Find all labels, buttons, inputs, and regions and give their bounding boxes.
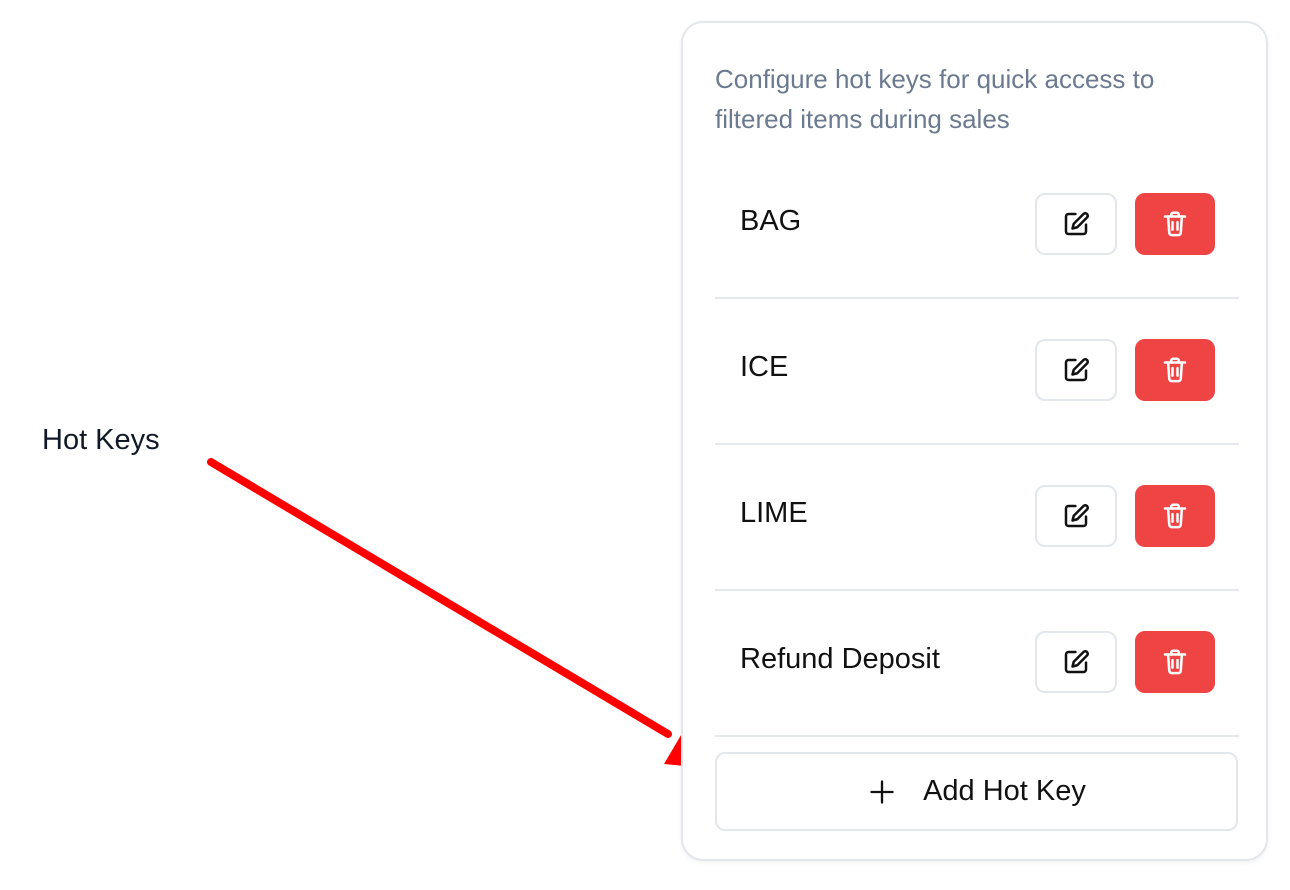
hotkey-name: LIME <box>740 497 808 529</box>
add-hot-key-label: Add Hot Key <box>923 775 1086 807</box>
trash-icon <box>1160 647 1190 677</box>
pencil-square-icon <box>1061 501 1091 531</box>
delete-hotkey-button[interactable] <box>1135 339 1215 401</box>
delete-hotkey-button[interactable] <box>1135 485 1215 547</box>
edit-hotkey-button[interactable] <box>1035 193 1117 255</box>
panel-description: Configure hot keys for quick access to f… <box>715 64 1155 134</box>
hotkey-row: LIME <box>715 445 1239 591</box>
plus-icon <box>867 777 897 807</box>
hotkey-name: Refund Deposit <box>740 643 940 675</box>
hotkey-row: Refund Deposit <box>715 591 1239 737</box>
hotkey-row: BAG <box>715 153 1239 299</box>
pencil-square-icon <box>1061 647 1091 677</box>
hot-keys-panel: Configure hot keys for quick access to f… <box>681 21 1268 861</box>
trash-icon <box>1160 501 1190 531</box>
pencil-square-icon <box>1061 355 1091 385</box>
edit-hotkey-button[interactable] <box>1035 339 1117 401</box>
delete-hotkey-button[interactable] <box>1135 631 1215 693</box>
trash-icon <box>1160 209 1190 239</box>
hotkey-list: BAG ICE LIME Refund Deposit <box>715 153 1239 737</box>
hotkey-name: BAG <box>740 205 802 237</box>
trash-icon <box>1160 355 1190 385</box>
edit-hotkey-button[interactable] <box>1035 631 1117 693</box>
hotkey-name: ICE <box>740 351 789 383</box>
delete-hotkey-button[interactable] <box>1135 193 1215 255</box>
hotkey-row: ICE <box>715 299 1239 445</box>
edit-hotkey-button[interactable] <box>1035 485 1117 547</box>
annotation-label: Hot Keys <box>42 424 160 456</box>
add-hot-key-button[interactable]: Add Hot Key <box>715 752 1238 831</box>
pencil-square-icon <box>1061 209 1091 239</box>
